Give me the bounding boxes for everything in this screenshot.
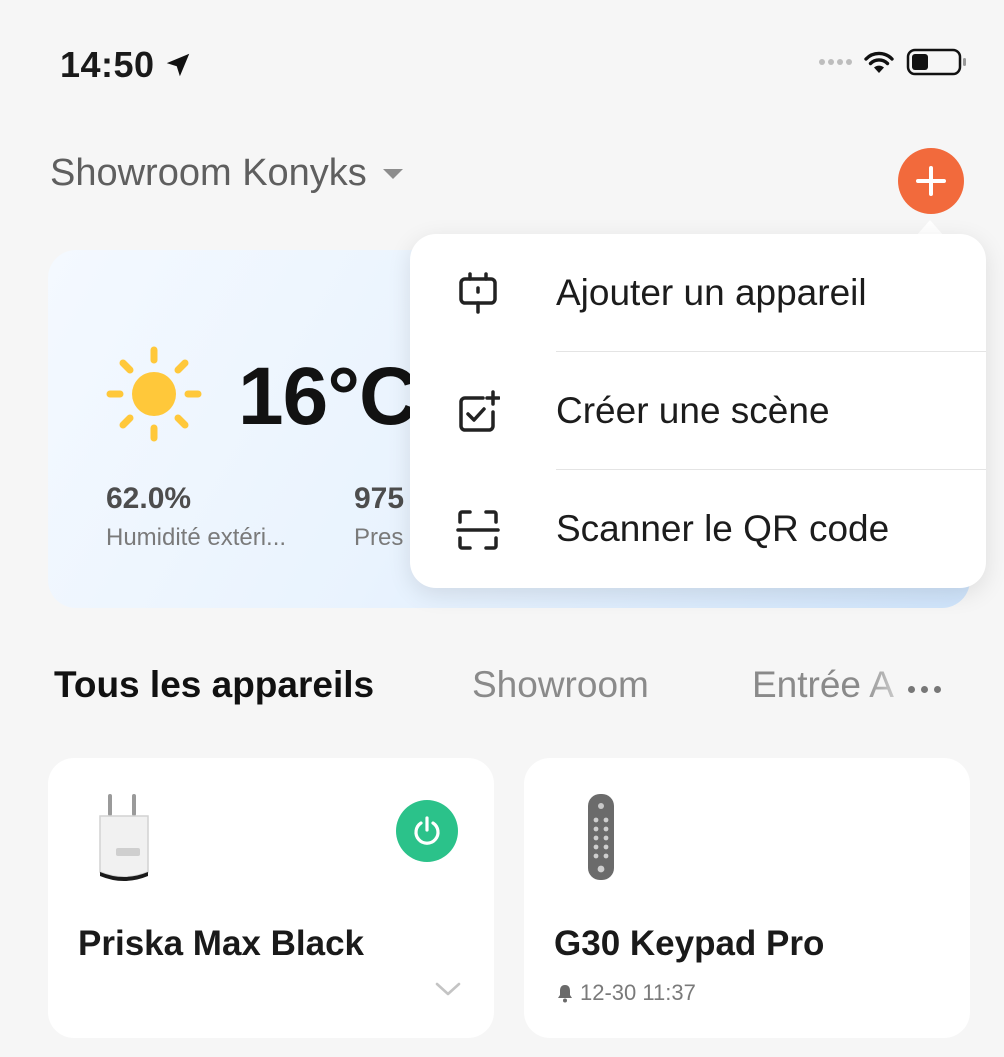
add-menu: Ajouter un appareil Créer une scène Scan… [410,234,986,588]
status-indicators [819,48,968,76]
wifi-icon [864,51,894,73]
menu-item-scan-qr[interactable]: Scanner le QR code [410,470,986,588]
keypad-icon [588,794,614,880]
pressure-label: Pres [354,524,404,551]
more-tabs-icon[interactable] [908,686,941,693]
status-time: 14:50 [60,44,193,86]
device-name: Priska Max Black [78,924,365,963]
menu-item-label: Créer une scène [556,390,830,431]
battery-icon [906,48,966,76]
pressure-stat: 975 Pres [354,482,404,552]
device-name: G30 Keypad Pro [554,924,825,963]
menu-item-label: Ajouter un appareil [556,272,867,313]
create-scene-icon [459,390,500,432]
tab-showroom[interactable]: Showroom [472,664,649,706]
humidity-value: 62.0% [106,482,192,515]
power-button[interactable] [396,800,458,862]
bell-icon [558,985,572,1003]
device-last-event: 12-30 11:37 [556,980,696,1006]
home-name: Showroom Konyks [50,152,367,194]
smart-plug-icon [99,794,149,881]
plus-icon [916,166,946,196]
home-selector[interactable]: Showroom Konyks [50,152,405,195]
menu-item-add-device[interactable]: Ajouter un appareil [410,234,986,352]
cellular-signal-icon [819,59,852,65]
menu-item-create-scene[interactable]: Créer une scène [410,352,986,470]
qr-scan-icon [456,510,500,550]
humidity-stat: 62.0% Humidité extéri... [106,482,286,552]
add-button[interactable] [898,148,964,214]
power-icon [414,816,440,845]
menu-item-label: Scanner le QR code [556,508,890,549]
status-time-text: 14:50 [60,44,155,85]
pressure-value: 975 [354,482,405,515]
location-arrow-icon [166,53,189,77]
caret-down-icon [382,168,403,179]
tab-fade-overlay [860,650,920,720]
add-device-icon [459,272,497,314]
device-card-priska[interactable]: Priska Max Black [48,758,494,1038]
device-event-time: 12-30 11:37 [580,980,696,1005]
sun-icon [106,346,202,442]
temperature: 16°C [238,351,418,442]
chevron-down-icon[interactable] [434,980,462,998]
device-card-g30[interactable]: G30 Keypad Pro 12-30 11:37 [524,758,970,1038]
tab-all-devices[interactable]: Tous les appareils [54,664,374,706]
humidity-label: Humidité extéri... [106,524,287,551]
